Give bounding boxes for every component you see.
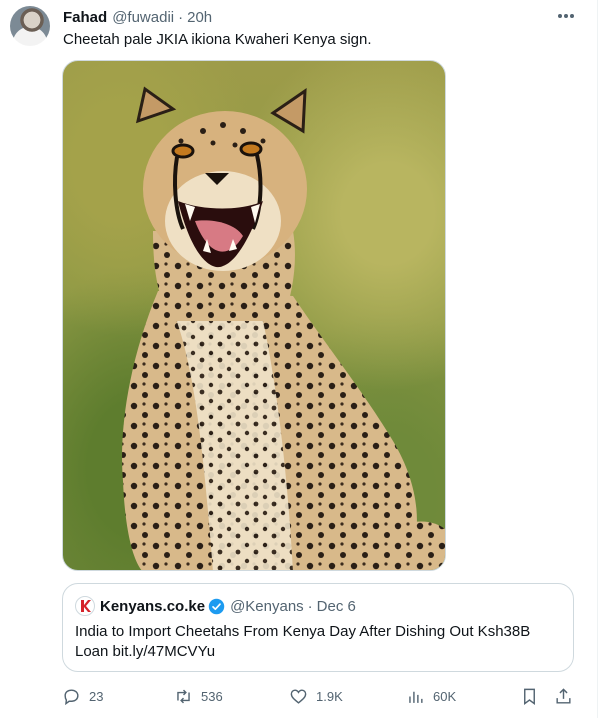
tweet-text: Cheetah pale JKIA ikiona Kwaheri Kenya s… xyxy=(63,31,372,48)
reply-count: 23 xyxy=(89,688,104,704)
share-icon xyxy=(556,687,571,704)
retweet-icon xyxy=(177,689,190,703)
like-button[interactable]: 1.9K xyxy=(289,684,343,708)
quoted-tweet-text: India to Import Cheetahs From Kenya Day … xyxy=(75,623,531,660)
reply-icon xyxy=(64,688,79,705)
like-count: 1.9K xyxy=(316,688,343,704)
cheetah-photo xyxy=(122,86,445,570)
retweet-count: 536 xyxy=(201,688,223,704)
quoted-tweet-header: Kenyans.co.ke @Kenyans · Dec 6 xyxy=(75,596,356,616)
timeline-divider xyxy=(597,0,598,718)
views-count: 60K xyxy=(433,688,457,704)
quoted-author-handle[interactable]: @Kenyans xyxy=(230,598,304,615)
author-name[interactable]: Fahad xyxy=(63,9,107,26)
views-button[interactable]: 60K xyxy=(406,684,456,708)
bookmark-icon xyxy=(524,688,535,705)
tweet-time[interactable]: 20h xyxy=(187,9,212,26)
quoted-date[interactable]: Dec 6 xyxy=(317,598,356,615)
bookmark-button[interactable] xyxy=(520,684,539,708)
quoted-author-name[interactable]: Kenyans.co.ke xyxy=(100,598,205,615)
views-icon xyxy=(409,691,423,703)
avatar[interactable] xyxy=(10,6,50,46)
kenyans-logo-icon xyxy=(75,596,95,616)
retweet-button[interactable]: 536 xyxy=(174,684,223,708)
like-icon xyxy=(290,688,307,704)
more-icon[interactable] xyxy=(554,6,578,26)
separator: · xyxy=(178,8,184,26)
author-handle[interactable]: @fuwadii xyxy=(112,9,174,26)
share-button[interactable] xyxy=(554,684,573,708)
tweet-header: Fahad @fuwadii · 20h xyxy=(63,7,212,27)
quoted-separator: · xyxy=(307,597,313,615)
reply-button[interactable]: 23 xyxy=(62,684,103,708)
action-bar: 23 536 1.9K 60K xyxy=(62,684,580,708)
tweet-photo[interactable] xyxy=(62,60,446,571)
tweet-card[interactable]: Fahad @fuwadii · 20h Cheetah pale JKIA i… xyxy=(0,0,602,718)
verified-icon xyxy=(208,598,225,614)
quoted-tweet[interactable]: Kenyans.co.ke @Kenyans · Dec 6 India to … xyxy=(62,583,574,672)
